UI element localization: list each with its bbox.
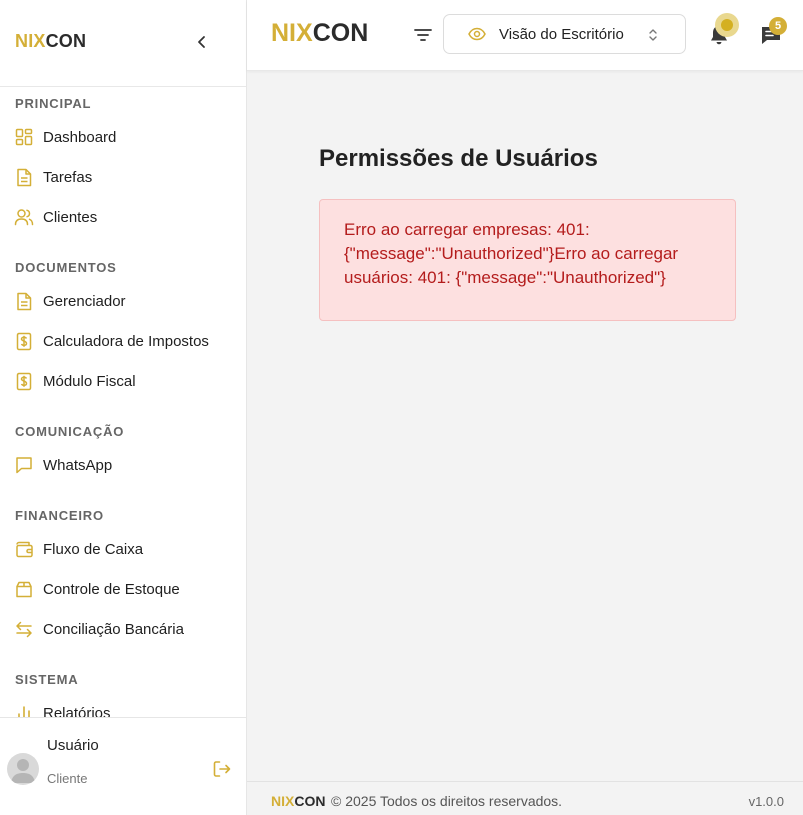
arrows-icon bbox=[14, 619, 34, 639]
sidebar-header: NIXCON bbox=[0, 0, 246, 87]
sidebar-item-clientes[interactable]: Clientes bbox=[14, 202, 234, 232]
sidebar-item-fluxo-de-caixa[interactable]: Fluxo de Caixa bbox=[14, 534, 234, 564]
sidebar-item-conciliacao-bancaria[interactable]: Conciliação Bancária bbox=[14, 614, 234, 644]
filter-icon bbox=[414, 29, 432, 41]
sidebar-item-label: WhatsApp bbox=[43, 456, 113, 474]
user-panel: Usuário Cliente bbox=[0, 717, 246, 815]
user-role: Cliente bbox=[47, 771, 88, 786]
sidebar-item-modulo-fiscal[interactable]: Módulo Fiscal bbox=[14, 366, 234, 396]
dollar-file-icon bbox=[14, 331, 34, 351]
sidebar-item-tarefas[interactable]: Tarefas bbox=[14, 162, 234, 192]
sidebar-item-label: Calculadora de Impostos bbox=[43, 332, 209, 350]
error-alert: Erro ao carregar empresas: 401: {"messag… bbox=[319, 199, 736, 321]
section-comunicacao: COMUNICAÇÃO bbox=[15, 424, 125, 439]
sidebar-item-label: Tarefas bbox=[43, 168, 93, 186]
sidebar-item-label: Gerenciador bbox=[43, 292, 126, 310]
logout-icon bbox=[213, 761, 231, 777]
sidebar-item-label: Controle de Estoque bbox=[43, 580, 180, 598]
app-version: v1.0.0 bbox=[748, 794, 784, 809]
view-mode-value: Visão do Escritório bbox=[499, 25, 624, 43]
footer: NIXCON © 2025 Todos os direitos reservad… bbox=[247, 781, 803, 815]
logo-part-con: CON bbox=[312, 19, 369, 47]
footer-copyright: © 2025 Todos os direitos reservados. bbox=[331, 793, 563, 809]
section-sistema: SISTEMA bbox=[15, 672, 79, 687]
file-icon bbox=[14, 167, 34, 187]
section-documentos: DOCUMENTOS bbox=[15, 260, 117, 275]
sidebar-item-label: Conciliação Bancária bbox=[43, 620, 184, 638]
avatar[interactable] bbox=[7, 753, 39, 785]
collapse-sidebar-button[interactable] bbox=[193, 32, 211, 52]
sidebar-item-label: Clientes bbox=[43, 208, 98, 226]
eye-icon bbox=[468, 27, 486, 41]
filter-button[interactable] bbox=[412, 24, 434, 46]
notification-indicator bbox=[715, 13, 739, 37]
sidebar-item-gerenciador[interactable]: Gerenciador bbox=[14, 286, 234, 316]
users-icon bbox=[14, 207, 34, 227]
logo-part-nix: NIX bbox=[271, 19, 313, 47]
sidebar: NIXCON PRINCIPAL Dashboard Tarefas Clien… bbox=[0, 0, 247, 815]
sidebar-item-label: Dashboard bbox=[43, 128, 117, 146]
bar-chart-icon bbox=[14, 703, 34, 717]
logo-part-con: CON bbox=[294, 793, 326, 809]
message-icon bbox=[14, 455, 34, 475]
sidebar-item-label: Módulo Fiscal bbox=[43, 372, 136, 390]
footer-logo: NIXCON bbox=[271, 793, 325, 809]
error-message: Erro ao carregar empresas: 401: {"messag… bbox=[344, 220, 679, 287]
dollar-file-icon bbox=[14, 371, 34, 391]
logo-part-con: CON bbox=[45, 31, 87, 51]
sidebar-item-dashboard[interactable]: Dashboard bbox=[14, 122, 234, 152]
section-principal: PRINCIPAL bbox=[15, 96, 92, 111]
sidebar-nav: PRINCIPAL Dashboard Tarefas Clientes DOC… bbox=[0, 87, 246, 717]
view-mode-select[interactable]: Visão do Escritório bbox=[443, 14, 686, 54]
user-icon bbox=[11, 759, 35, 783]
sidebar-item-label: Relatórios bbox=[43, 704, 111, 718]
sidebar-logo[interactable]: NIXCON bbox=[15, 31, 86, 52]
header-logo[interactable]: NIXCON bbox=[271, 19, 368, 48]
file-icon bbox=[14, 291, 34, 311]
logo-part-nix: NIX bbox=[271, 793, 295, 809]
sidebar-item-relatorios[interactable]: Relatórios bbox=[14, 698, 234, 717]
logo-part-nix: NIX bbox=[15, 31, 46, 51]
logout-button[interactable] bbox=[212, 759, 232, 779]
sidebar-item-calculadora[interactable]: Calculadora de Impostos bbox=[14, 326, 234, 356]
wallet-icon bbox=[14, 539, 34, 559]
top-bar: NIXCON Visão do Escritório 5 bbox=[247, 0, 803, 71]
section-financeiro: FINANCEIRO bbox=[15, 508, 104, 523]
sidebar-item-whatsapp[interactable]: WhatsApp bbox=[14, 450, 234, 480]
page-title: Permissões de Usuários bbox=[319, 145, 598, 172]
box-icon bbox=[14, 579, 34, 599]
sidebar-item-label: Fluxo de Caixa bbox=[43, 540, 144, 558]
grid-icon bbox=[14, 127, 34, 147]
messages-count-badge: 5 bbox=[769, 17, 787, 35]
chevron-up-down-icon bbox=[648, 27, 658, 48]
user-name: Usuário bbox=[47, 737, 99, 754]
sidebar-item-controle-de-estoque[interactable]: Controle de Estoque bbox=[14, 574, 234, 604]
chevron-left-icon bbox=[198, 36, 205, 48]
